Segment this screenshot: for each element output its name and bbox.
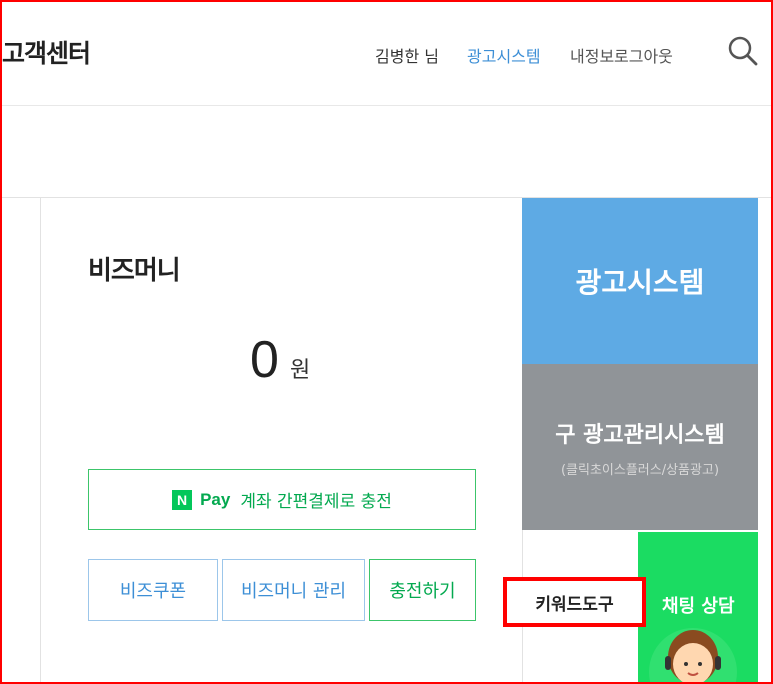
currency-unit: 원	[290, 358, 311, 383]
nav-logout[interactable]: 로그아웃	[614, 43, 673, 67]
bizmoney-manage-button[interactable]: 비즈머니 관리	[222, 559, 365, 621]
old-ad-system-tile[interactable]: 구 광고관리시스템 (클릭초이스플러스/상품광고)	[522, 364, 758, 530]
search-icon[interactable]	[728, 36, 758, 66]
old-ad-system-sublabel: (클릭초이스플러스/상품광고)	[560, 462, 720, 478]
sub-header-band	[0, 106, 773, 198]
npay-charge-label: 계좌 간편결제로 충전	[240, 492, 392, 512]
chat-consult-button[interactable]: 채팅 상담	[638, 532, 758, 684]
nav-user-name[interactable]: 김병한 님	[375, 43, 439, 67]
page-title: 고객센터	[2, 39, 91, 68]
charge-button[interactable]: 충전하기	[369, 559, 476, 621]
keyword-tool-button[interactable]: 키워드도구	[503, 577, 646, 627]
naver-n-icon: N	[172, 489, 193, 510]
old-ad-system-label: 구 광고관리시스템	[555, 422, 725, 448]
bizmoney-amount: 0	[250, 331, 279, 389]
ad-system-tile-label: 광고시스템	[575, 266, 705, 299]
biz-coupon-button[interactable]: 비즈쿠폰	[88, 559, 218, 621]
nav-ad-system[interactable]: 광고시스템	[467, 43, 541, 67]
keyword-tool-label: 키워드도구	[535, 594, 614, 615]
header: 고객센터 김병한 님 광고시스템 내정보 로그아웃	[0, 0, 773, 106]
npay-charge-button[interactable]: N Pay 계좌 간편결제로 충전	[88, 469, 476, 530]
ad-system-tile[interactable]: 광고시스템	[522, 198, 758, 364]
pay-brand: Pay	[200, 489, 231, 509]
agent-avatar-icon	[649, 628, 737, 684]
divider	[40, 198, 41, 684]
bizmoney-title: 비즈머니	[88, 256, 181, 286]
nav-my-info[interactable]: 내정보	[570, 43, 614, 67]
